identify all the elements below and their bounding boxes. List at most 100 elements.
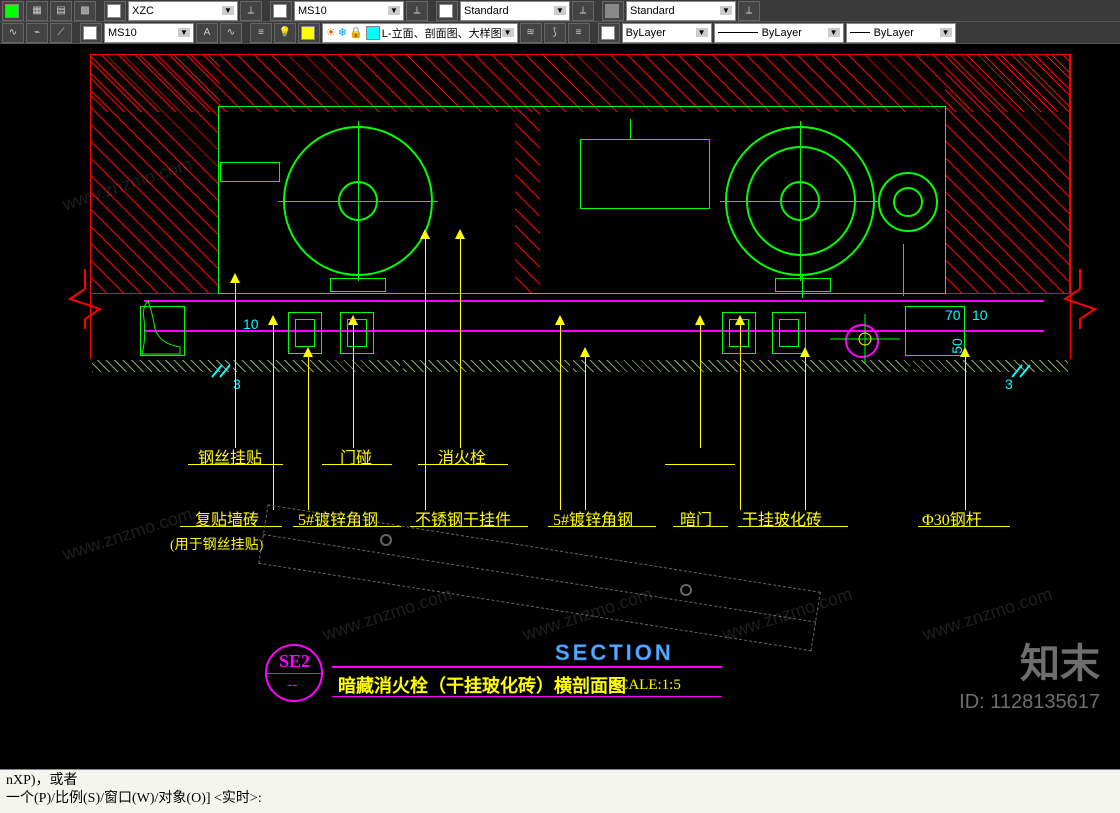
icon-button[interactable]: ∿ — [2, 23, 24, 43]
equipment-box — [580, 139, 710, 209]
icon-button[interactable]: ⟋ — [50, 23, 72, 43]
door-frame — [144, 300, 1044, 302]
color-button[interactable] — [602, 1, 624, 21]
lock-icon: 🔒 — [349, 26, 363, 39]
door-hinge-dot — [680, 584, 692, 596]
watermark: www.znzmo.com — [320, 584, 455, 646]
icon-button[interactable]: ⟂ — [738, 1, 760, 21]
icon-button[interactable]: ∿ — [220, 23, 242, 43]
leader-arrow — [348, 315, 358, 325]
chevron-down-icon: ▼ — [720, 6, 732, 15]
layer-dropdown[interactable]: ☀ ❄ 🔒 L-立面、剖面图、大样图 ▼ — [322, 23, 518, 43]
equip-line — [630, 119, 631, 139]
leader-arrow — [420, 229, 430, 239]
leader-arrow — [800, 347, 810, 357]
icon-button[interactable]: ≡ — [250, 23, 272, 43]
leader-line — [585, 357, 586, 510]
bracket-block-1-in — [295, 319, 315, 347]
reel-base-right — [775, 278, 831, 292]
style-dropdown-3[interactable]: Standard ▼ — [460, 1, 570, 21]
toolbar-row-2: ∿ ⌁ ⟋ MS10 ▼ A ∿ ≡ 💡 ☀ ❄ 🔒 L-立面、剖面图、大样图 … — [0, 22, 1120, 44]
bracket-left — [220, 162, 280, 182]
watermark-brand: 知末 — [1020, 631, 1100, 689]
valve-stem-1 — [802, 276, 803, 298]
icon-button[interactable]: ▤ — [50, 1, 72, 21]
linetype-preview — [718, 32, 758, 33]
color-button[interactable] — [80, 23, 102, 43]
leader-line — [235, 283, 236, 448]
watermark-id: ID: 1128135617 — [959, 691, 1100, 714]
drawing-canvas[interactable]: 10 3 70 10 50 3 钢丝挂贴 门碰 消火栓 暗门 复贴墙砖 (用于钢… — [0, 44, 1120, 769]
hinge-detail — [830, 314, 900, 364]
label-bxggjj: 不锈钢干挂件 — [415, 506, 511, 530]
icon-button[interactable]: ⟆ — [544, 23, 566, 43]
dropdown-label: Standard — [464, 5, 509, 17]
leader-line — [353, 325, 354, 448]
leader-arrow — [303, 347, 313, 357]
leader-arrow — [735, 315, 745, 325]
label-dxjg-2: 5#镀锌角钢 — [553, 506, 633, 530]
label-fbqz: 复贴墙砖 — [195, 506, 259, 530]
icon-button[interactable]: ▩ — [74, 1, 96, 21]
tile-joint — [400, 360, 403, 372]
lightbulb-icon[interactable]: 💡 — [274, 23, 296, 43]
label-gsgt: 钢丝挂贴 — [198, 444, 262, 468]
drawing-title: 暗藏消火栓（干挂玻化砖）横剖面图 — [338, 672, 626, 698]
title-underline-thin — [332, 696, 722, 697]
dropdown-label: ByLayer — [762, 27, 802, 39]
style-dropdown-1[interactable]: XZC ▼ — [128, 1, 238, 21]
icon-button[interactable]: ⟂ — [572, 1, 594, 21]
icon-button[interactable]: A — [196, 23, 218, 43]
toolbar-row-1: ▦ ▤ ▩ XZC ▼ ⟂ MS10 ▼ ⟂ Standard ▼ ⟂ Stan… — [0, 0, 1120, 22]
icon-button[interactable]: ⟂ — [240, 1, 262, 21]
chevron-down-icon: ▼ — [178, 28, 190, 37]
break-symbol-left — [65, 269, 105, 329]
color-button[interactable] — [598, 23, 620, 43]
reel-base-left — [330, 278, 386, 292]
leader-line — [740, 325, 741, 510]
command-history-line: nXP)，或者 — [6, 772, 1114, 790]
command-line[interactable]: nXP)，或者 一个(P)/比例(S)/窗口(W)/对象(O)] <实时>: — [0, 769, 1120, 813]
icon-button[interactable] — [298, 23, 320, 43]
leader-arrow — [960, 347, 970, 357]
dropdown-label: ByLayer — [874, 27, 914, 39]
color-button[interactable] — [436, 1, 458, 21]
section-tag-divider — [267, 673, 321, 674]
dropdown-label: ByLayer — [626, 27, 666, 39]
label-xhs: 消火栓 — [438, 444, 486, 468]
icon-button[interactable]: ≡ — [568, 23, 590, 43]
color-button[interactable] — [104, 1, 126, 21]
leader-line — [460, 239, 461, 448]
textstyle-dropdown[interactable]: MS10 ▼ — [104, 23, 194, 43]
tile-joint — [570, 360, 573, 372]
small-reel-inner — [893, 187, 923, 217]
freeze-icon: ❄ — [338, 26, 347, 39]
style-dropdown-2[interactable]: MS10 ▼ — [294, 1, 404, 21]
break-symbol-right — [1060, 269, 1100, 329]
icon-button[interactable] — [2, 1, 24, 21]
leader-line — [273, 325, 274, 510]
icon-button[interactable]: ⟂ — [406, 1, 428, 21]
icon-button[interactable]: ⌁ — [26, 23, 48, 43]
dim-10-right: 10 — [972, 307, 988, 323]
label-anmen2: 暗门 — [680, 506, 712, 530]
leader-line — [308, 357, 309, 510]
icon-button[interactable]: ▦ — [26, 1, 48, 21]
style-dropdown-4[interactable]: Standard ▼ — [626, 1, 736, 21]
icon-button[interactable]: ≋ — [520, 23, 542, 43]
label-fbqz-note: (用于钢丝挂贴) — [170, 534, 263, 554]
valve-stem-2 — [903, 244, 904, 296]
color-button[interactable] — [270, 1, 292, 21]
lineweight-preview — [850, 32, 870, 33]
lineweight-dropdown[interactable]: ByLayer ▼ — [846, 23, 956, 43]
color-dropdown[interactable]: ByLayer ▼ — [622, 23, 712, 43]
chevron-down-icon: ▼ — [940, 28, 952, 37]
label-d30gg: Φ30钢杆 — [922, 506, 982, 530]
linetype-dropdown[interactable]: ByLayer ▼ — [714, 23, 844, 43]
crosshair-v-r — [800, 121, 801, 281]
dropdown-label: MS10 — [108, 27, 137, 39]
leader-arrow — [268, 315, 278, 325]
leader-arrow — [230, 273, 240, 283]
command-prompt-line: 一个(P)/比例(S)/窗口(W)/对象(O)] <实时>: — [6, 790, 1114, 808]
dropdown-label: XZC — [132, 5, 154, 17]
